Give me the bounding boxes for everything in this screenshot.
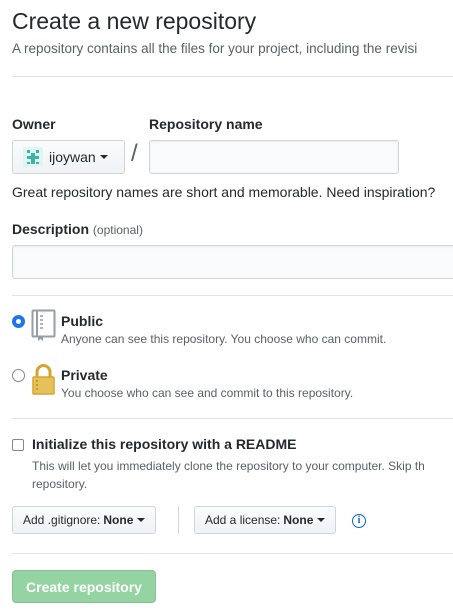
divider	[12, 295, 453, 296]
divider	[12, 76, 453, 77]
public-radio[interactable]	[12, 315, 25, 328]
info-icon[interactable]: i	[352, 514, 366, 528]
readme-title: Initialize this repository with a README	[32, 436, 297, 452]
private-option-desc: You choose who can see and commit to thi…	[61, 386, 354, 400]
divider	[12, 553, 453, 554]
lock-icon	[32, 364, 55, 395]
caret-down-icon	[317, 518, 326, 522]
path-separator: /	[131, 140, 138, 167]
repo-name-label: Repository name	[149, 116, 263, 132]
description-label: Description (optional)	[12, 221, 143, 237]
divider	[12, 418, 453, 419]
license-label: Add a license:	[205, 513, 281, 527]
public-option-title: Public	[61, 313, 104, 329]
owner-label: Owner	[12, 116, 56, 132]
owner-dropdown[interactable]: ijoywan	[12, 140, 125, 174]
caret-down-icon	[137, 518, 146, 522]
optional-label: (optional)	[92, 223, 143, 237]
create-repository-button[interactable]: Create repository	[12, 570, 156, 603]
gitignore-label: Add .gitignore:	[23, 513, 101, 527]
identicon-avatar	[23, 147, 43, 167]
caret-down-icon	[99, 155, 108, 159]
readme-checkbox[interactable]	[12, 439, 24, 451]
owner-name: ijoywan	[49, 149, 96, 165]
repository-name-input[interactable]	[149, 140, 399, 174]
repo-book-icon	[31, 309, 56, 341]
description-input[interactable]	[12, 245, 453, 279]
private-option-title: Private	[61, 367, 108, 383]
gitignore-value: None	[103, 513, 134, 527]
page-subtitle: A repository contains all the files for …	[12, 41, 418, 56]
vertical-divider	[178, 506, 179, 534]
private-radio[interactable]	[12, 369, 25, 382]
description-label-text: Description	[12, 221, 90, 237]
page-title: Create a new repository	[12, 8, 257, 34]
gitignore-dropdown[interactable]: Add .gitignore: None	[12, 506, 157, 534]
public-option-desc: Anyone can see this repository. You choo…	[61, 332, 387, 346]
license-value: None	[283, 513, 314, 527]
repo-name-hint: Great repository names are short and mem…	[12, 184, 436, 200]
license-dropdown[interactable]: Add a license: None	[194, 506, 337, 534]
readme-desc: This will let you immediately clone the …	[32, 459, 425, 491]
